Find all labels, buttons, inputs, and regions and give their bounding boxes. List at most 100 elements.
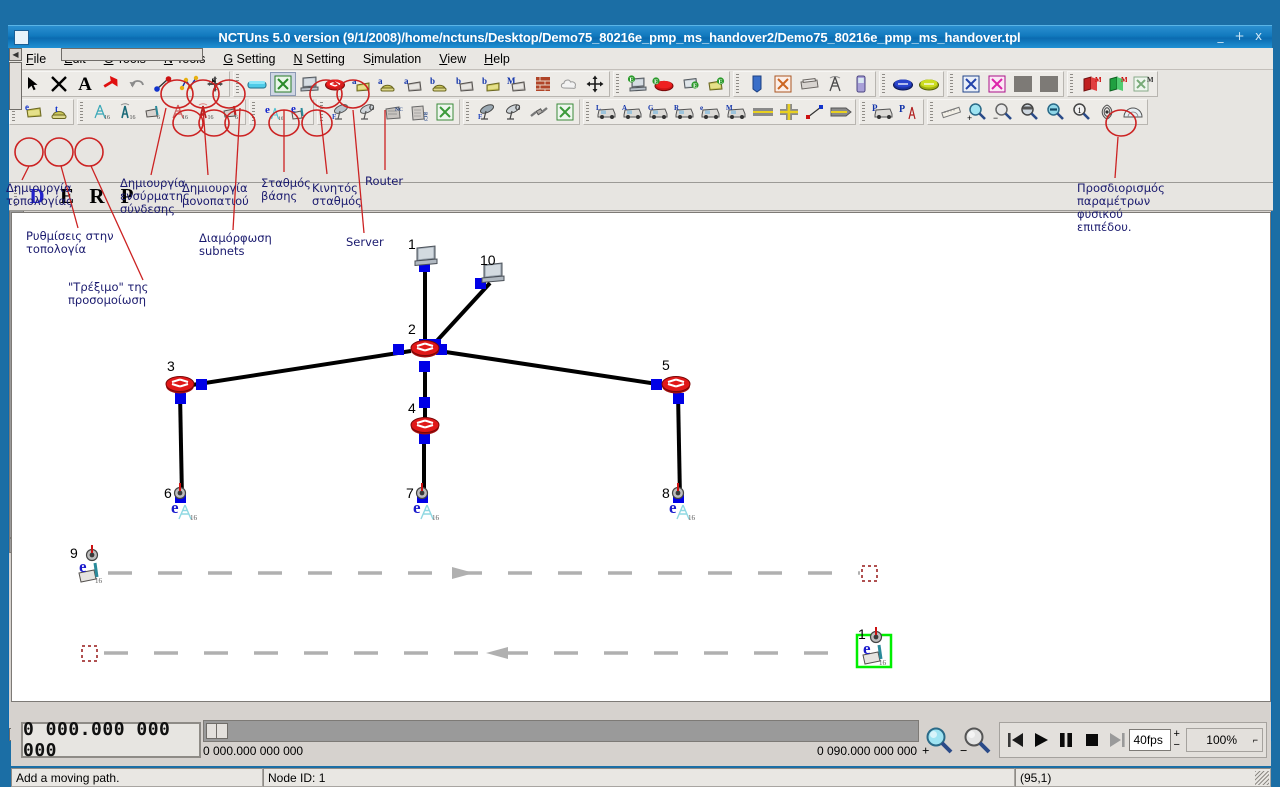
phy-param-tool[interactable] <box>1094 100 1120 124</box>
mode-run-simulation[interactable]: R <box>82 184 112 209</box>
router-tool[interactable] <box>322 72 348 96</box>
host-a-tool[interactable]: a <box>348 72 374 96</box>
zoom-out-tool[interactable]: − <box>990 100 1016 124</box>
p-tower-tool[interactable]: P <box>896 100 922 124</box>
wireless-ap-tool[interactable]: t <box>46 100 72 124</box>
base-station-tool[interactable]: e 16 <box>260 100 286 124</box>
satellite-tool[interactable] <box>526 100 552 124</box>
road-path-tool[interactable] <box>802 100 828 124</box>
text-tool[interactable]: A <box>72 72 98 96</box>
toolbar-grip[interactable] <box>1069 74 1076 94</box>
delete-tool[interactable] <box>46 72 72 96</box>
blue-block-tool[interactable] <box>744 72 770 96</box>
toolbar-grip[interactable] <box>235 74 242 94</box>
node-5[interactable] <box>661 375 691 395</box>
blue-router-tool[interactable] <box>890 72 916 96</box>
moving-path-2[interactable] <box>81 645 852 662</box>
gray-block-2-tool[interactable] <box>1036 72 1062 96</box>
car-g-tool[interactable]: G <box>646 100 672 124</box>
zoom-minus-tool[interactable] <box>1042 100 1068 124</box>
protractor-tool[interactable] <box>1120 100 1146 124</box>
external-router-tool[interactable]: E <box>650 72 676 96</box>
menu-view[interactable]: View <box>430 50 475 68</box>
toolbar-grip[interactable] <box>881 74 888 94</box>
gprs-tool[interactable]: G <box>354 100 380 124</box>
undo-tool[interactable] <box>124 72 150 96</box>
fps-stepper[interactable]: + − <box>1171 727 1183 753</box>
timeline-slider[interactable] <box>203 720 919 742</box>
toolbar-grip[interactable] <box>861 102 868 122</box>
toolbar-grip[interactable] <box>251 102 258 122</box>
sat-x2-tool[interactable] <box>552 100 578 124</box>
red-arrow-tool[interactable] <box>98 72 124 96</box>
car-m-tool[interactable]: M <box>724 100 750 124</box>
host-b-tool[interactable]: b <box>426 72 452 96</box>
fps-input[interactable]: 40fps <box>1129 729 1171 751</box>
wimax-bs-teal-tool[interactable]: 16 <box>88 100 114 124</box>
ruler-tool[interactable] <box>938 100 964 124</box>
minimize-button[interactable]: _ <box>1212 29 1229 46</box>
zoom-one-tool[interactable]: 1 <box>1068 100 1094 124</box>
chevron-down-icon[interactable]: ⌐ <box>1253 735 1258 745</box>
node-4[interactable] <box>410 416 440 436</box>
cloud-tool[interactable] <box>556 72 582 96</box>
toolbar-grip[interactable] <box>615 74 622 94</box>
menu-g-setting[interactable]: G Setting <box>214 50 284 68</box>
move-cross-tool[interactable] <box>582 72 608 96</box>
host-m-tool[interactable]: M <box>504 72 530 96</box>
mobile-station-tool[interactable]: e <box>286 100 312 124</box>
zoom-in-tool[interactable]: + <box>964 100 990 124</box>
create-moving-path-tool[interactable] <box>176 72 202 96</box>
create-wired-link-tool[interactable] <box>150 72 176 96</box>
antenna-tool[interactable] <box>822 72 848 96</box>
merge-road-tool[interactable] <box>828 100 854 124</box>
wimax-bs-dark-tool[interactable]: 16 <box>114 100 140 124</box>
resize-grip-icon[interactable] <box>1255 771 1269 785</box>
car-p-tool[interactable]: P <box>870 100 896 124</box>
zoom-level-select[interactable]: 100% ⌐ <box>1185 728 1264 752</box>
play-button[interactable] <box>1028 725 1053 755</box>
menu-simulation[interactable]: Simulation <box>354 50 430 68</box>
sat-x-tool[interactable] <box>432 100 458 124</box>
external-gateway-tool[interactable]: E <box>702 72 728 96</box>
wimax-bs-red-tool[interactable]: 16 <box>166 100 192 124</box>
window-menu-icon[interactable] <box>14 29 29 45</box>
select-arrow-tool[interactable] <box>20 72 46 96</box>
orange-x-tool[interactable] <box>770 72 796 96</box>
printer-tool[interactable] <box>796 72 822 96</box>
toolbar-grip[interactable] <box>319 102 326 122</box>
node-3[interactable] <box>165 375 195 395</box>
car-a-tool[interactable]: A <box>620 100 646 124</box>
wimax-ms-red-tool[interactable]: 6 <box>218 100 244 124</box>
hscroll-thumb[interactable] <box>61 48 203 61</box>
ncc-tool[interactable]: NCC <box>380 100 406 124</box>
satellite-isp-tool[interactable]: F <box>328 100 354 124</box>
green-book-m-tool[interactable]: M <box>1104 72 1130 96</box>
stop-button[interactable] <box>1079 725 1104 755</box>
server-tool[interactable] <box>296 72 322 96</box>
scroll-left-button[interactable]: ◀ <box>9 48 22 61</box>
node-9[interactable] <box>77 543 104 587</box>
pause-button[interactable] <box>1054 725 1079 755</box>
toolbar-grip[interactable] <box>585 102 592 122</box>
timeline-zoom-in-button[interactable]: + <box>919 721 957 761</box>
host-a2-tool[interactable]: a <box>374 72 400 96</box>
timeline-thumb[interactable] <box>206 723 228 739</box>
car-l-tool[interactable]: L <box>594 100 620 124</box>
zoom-fit-tool[interactable] <box>1016 100 1042 124</box>
brick-wall-tool[interactable] <box>530 72 556 96</box>
blue-x-tool[interactable] <box>958 72 984 96</box>
hub-tool[interactable] <box>270 72 296 96</box>
menu-n-setting[interactable]: N Setting <box>284 50 353 68</box>
menu-file[interactable]: FFileile <box>17 50 55 68</box>
fps-decrease-icon[interactable]: − <box>1173 740 1179 751</box>
intersection-tool[interactable] <box>776 100 802 124</box>
toolbar-grip[interactable] <box>949 74 956 94</box>
toolbar-grip[interactable] <box>735 74 742 94</box>
wireless-host-tool[interactable]: e <box>20 100 46 124</box>
timeline-zoom-out-button[interactable]: − <box>957 721 995 761</box>
x-m-tool[interactable]: M <box>1130 72 1156 96</box>
car-e-tool[interactable]: e <box>698 100 724 124</box>
menu-help[interactable]: Help <box>475 50 519 68</box>
node-1[interactable] <box>414 245 438 266</box>
